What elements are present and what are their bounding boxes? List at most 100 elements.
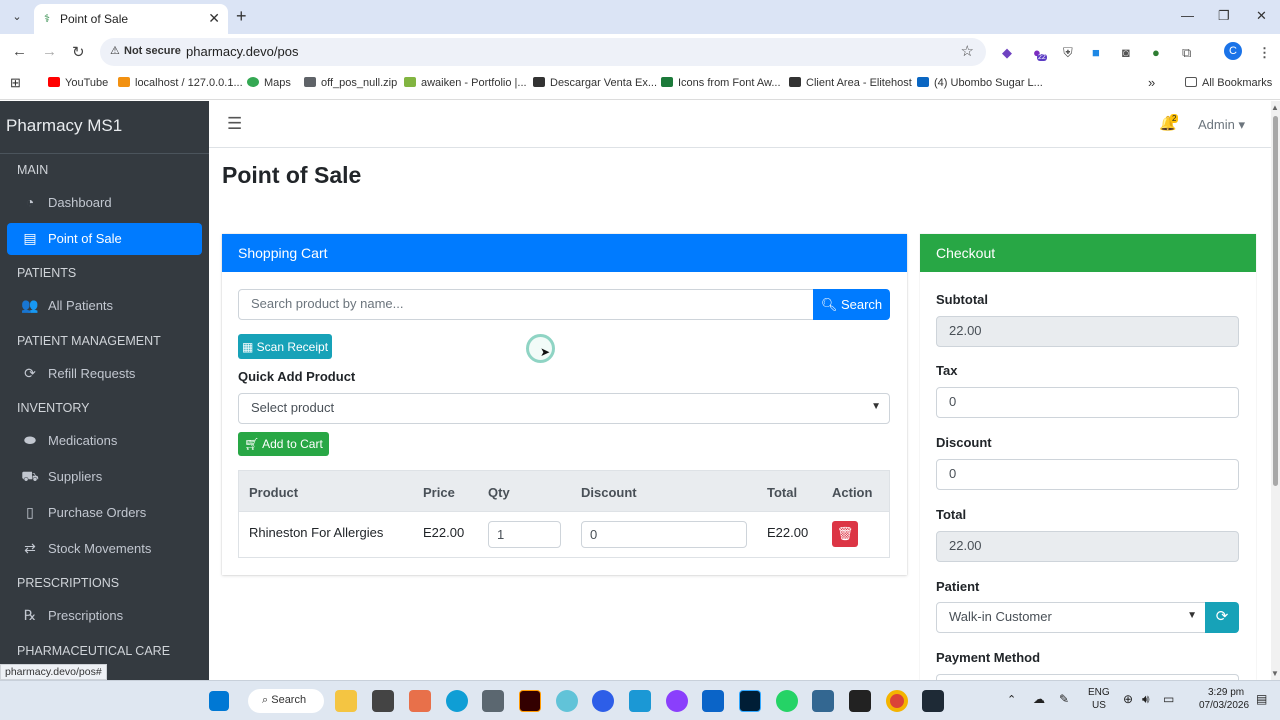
exchange-icon: ⇄ bbox=[24, 540, 36, 556]
scroll-down-icon[interactable]: ▼ bbox=[1271, 669, 1279, 678]
outlook-icon[interactable] bbox=[702, 690, 724, 712]
bookmark-awaiken[interactable]: awaiken - Portfolio |... bbox=[404, 77, 527, 89]
illustrator-icon[interactable] bbox=[519, 690, 541, 712]
whatsapp-icon[interactable] bbox=[776, 690, 798, 712]
app-icon[interactable] bbox=[556, 690, 578, 712]
more-bookmarks-icon[interactable]: » bbox=[1148, 75, 1155, 90]
row-discount-input[interactable]: 0 bbox=[581, 521, 747, 548]
sidebar-item-stock-movements[interactable]: ⇄ Stock Movements bbox=[7, 533, 202, 565]
folder-icon bbox=[1185, 77, 1197, 87]
column-header: Product bbox=[249, 485, 299, 500]
xampp-icon[interactable] bbox=[409, 690, 431, 712]
sidebar-item-point-of-sale[interactable]: ▤ Point of Sale bbox=[7, 223, 202, 255]
app-icon[interactable] bbox=[629, 690, 651, 712]
volume-icon[interactable]: 🔊︎ bbox=[1142, 692, 1150, 707]
bookmark-linkedin[interactable]: (4) Ubombo Sugar L... bbox=[917, 77, 1043, 89]
app-icon[interactable] bbox=[666, 690, 688, 712]
notifications-icon[interactable]: ▤ bbox=[1256, 692, 1267, 706]
menu-toggle-icon[interactable]: ☰ bbox=[227, 114, 242, 134]
camera-extension-icon[interactable]: ◙ bbox=[1122, 45, 1130, 60]
quantity-input[interactable]: 1 bbox=[488, 521, 561, 548]
app-icon[interactable] bbox=[922, 690, 944, 712]
browser-menu-icon[interactable]: ⋮ bbox=[1258, 45, 1271, 61]
profile-avatar[interactable]: C bbox=[1224, 42, 1242, 60]
zoom-icon[interactable] bbox=[592, 690, 614, 712]
product-select[interactable]: Select product ▼ bbox=[238, 393, 890, 424]
shield-extension-icon[interactable]: ⛨ bbox=[1063, 45, 1073, 61]
add-to-cart-button[interactable]: 🛒︎ Add to Cart bbox=[238, 432, 329, 456]
bookmark-star-icon[interactable]: ☆ bbox=[961, 42, 974, 60]
minimize-icon[interactable]: — bbox=[1181, 8, 1194, 23]
scroll-up-icon[interactable]: ▲ bbox=[1271, 103, 1279, 112]
sidebar-item-suppliers[interactable]: ⛟ Suppliers bbox=[7, 461, 202, 493]
forward-icon[interactable]: → bbox=[42, 43, 57, 60]
refresh-patients-button[interactable]: ⟳ bbox=[1205, 602, 1239, 633]
bookmark-descargar[interactable]: Descargar Venta Ex... bbox=[533, 77, 657, 89]
sidebar-item-prescriptions[interactable]: ℞ Prescriptions bbox=[7, 600, 202, 632]
scrollbar-thumb[interactable] bbox=[1273, 116, 1278, 486]
address-bar[interactable]: ⚠ Not secure pharmacy.devo/pos ☆ bbox=[100, 38, 986, 66]
language-indicator[interactable]: ENG bbox=[1088, 687, 1110, 698]
extension-icon[interactable]: ● bbox=[1152, 45, 1160, 60]
bookmark-fontawesome[interactable]: Icons from Font Aw... bbox=[661, 77, 781, 89]
url-text[interactable]: pharmacy.devo/pos bbox=[186, 44, 299, 59]
envato-icon bbox=[404, 77, 416, 87]
taskbar-search[interactable]: ⌕ Search bbox=[248, 689, 324, 713]
calculator-icon[interactable] bbox=[482, 690, 504, 712]
sidebar-item-refill-requests[interactable]: ⟳ Refill Requests bbox=[7, 358, 202, 390]
search-button[interactable]: 🔍︎ Search bbox=[813, 289, 890, 320]
app-icon[interactable] bbox=[372, 690, 394, 712]
brand-name[interactable]: Pharmacy MS1 bbox=[6, 116, 122, 136]
bookmark-youtube[interactable]: YouTube bbox=[48, 77, 108, 89]
extension-icon[interactable]: ■ bbox=[1092, 45, 1100, 60]
tray-chevron-icon[interactable]: ⌃ bbox=[1007, 693, 1016, 706]
windows-start-icon[interactable] bbox=[209, 691, 229, 711]
discount-input[interactable]: 0 bbox=[936, 459, 1239, 490]
all-bookmarks[interactable]: All Bookmarks bbox=[1185, 77, 1272, 89]
photoshop-icon[interactable] bbox=[739, 690, 761, 712]
back-icon[interactable]: ← bbox=[12, 43, 27, 60]
user-menu[interactable]: Admin ▾ bbox=[1198, 117, 1245, 133]
sidebar-item-dashboard[interactable]: ◔ Dashboard bbox=[7, 187, 202, 219]
new-tab-icon[interactable]: + bbox=[236, 6, 247, 27]
delete-item-button[interactable]: 🗑︎ bbox=[832, 521, 858, 547]
not-secure-icon[interactable]: ⚠ bbox=[110, 44, 120, 57]
app-icon[interactable] bbox=[849, 690, 871, 712]
sidebar-item-medications[interactable]: ⬬ Medications bbox=[7, 425, 202, 457]
region-indicator[interactable]: US bbox=[1092, 700, 1106, 711]
postgresql-icon[interactable] bbox=[812, 690, 834, 712]
scan-receipt-button[interactable]: ▦ Scan Receipt bbox=[238, 334, 332, 359]
sidebar-item-all-patients[interactable]: 👥 All Patients bbox=[7, 290, 202, 322]
qrcode-icon: ▦ bbox=[241, 340, 254, 354]
bookmark-localhost[interactable]: localhost / 127.0.0.1... bbox=[118, 77, 243, 89]
bookmark-elitehost[interactable]: Client Area - Elitehost bbox=[789, 77, 912, 89]
bookmark-off-pos[interactable]: off_pos_null.zip bbox=[304, 77, 397, 89]
network-icon[interactable]: ⊕ bbox=[1123, 692, 1133, 706]
apps-grid-icon[interactable]: ⊞ bbox=[10, 75, 21, 91]
clock-date[interactable]: 07/03/2026 bbox=[1199, 700, 1249, 711]
patient-select[interactable]: Walk-in Customer ▼ bbox=[936, 602, 1206, 633]
browser-tab[interactable]: ⚕ Point of Sale ✕ bbox=[34, 4, 228, 34]
tab-search-icon[interactable]: ⌄ bbox=[8, 8, 26, 26]
row-total: E22.00 bbox=[767, 525, 809, 540]
file-explorer-icon[interactable] bbox=[335, 690, 357, 712]
battery-icon[interactable]: ▭ bbox=[1163, 692, 1174, 706]
window-close-icon[interactable]: ✕ bbox=[1256, 8, 1267, 24]
onedrive-icon[interactable]: ☁ bbox=[1033, 692, 1045, 706]
pen-icon[interactable]: ✎ bbox=[1059, 692, 1069, 706]
tax-input[interactable]: 0 bbox=[936, 387, 1239, 418]
elitehost-icon bbox=[789, 77, 801, 87]
prescription-icon: ℞ bbox=[23, 607, 37, 623]
restore-icon[interactable]: ❐ bbox=[1218, 8, 1230, 24]
sidebar-item-purchase-orders[interactable]: ▯ Purchase Orders bbox=[7, 497, 202, 529]
tab-close-icon[interactable]: ✕ bbox=[208, 10, 220, 27]
reload-icon[interactable]: ↻ bbox=[72, 43, 85, 61]
product-search-input[interactable]: Search product by name... bbox=[238, 289, 814, 320]
extensions-puzzle-icon[interactable]: ⧉ bbox=[1182, 45, 1191, 61]
clock-time[interactable]: 3:29 pm bbox=[1208, 687, 1244, 698]
extension-icon[interactable]: ◆ bbox=[1002, 45, 1012, 61]
edge-icon[interactable] bbox=[446, 690, 468, 712]
bookmark-maps[interactable]: Maps bbox=[247, 77, 291, 89]
chrome-icon[interactable] bbox=[886, 690, 908, 712]
shopping-cart-card: Shopping Cart Search product by name... … bbox=[222, 234, 907, 575]
